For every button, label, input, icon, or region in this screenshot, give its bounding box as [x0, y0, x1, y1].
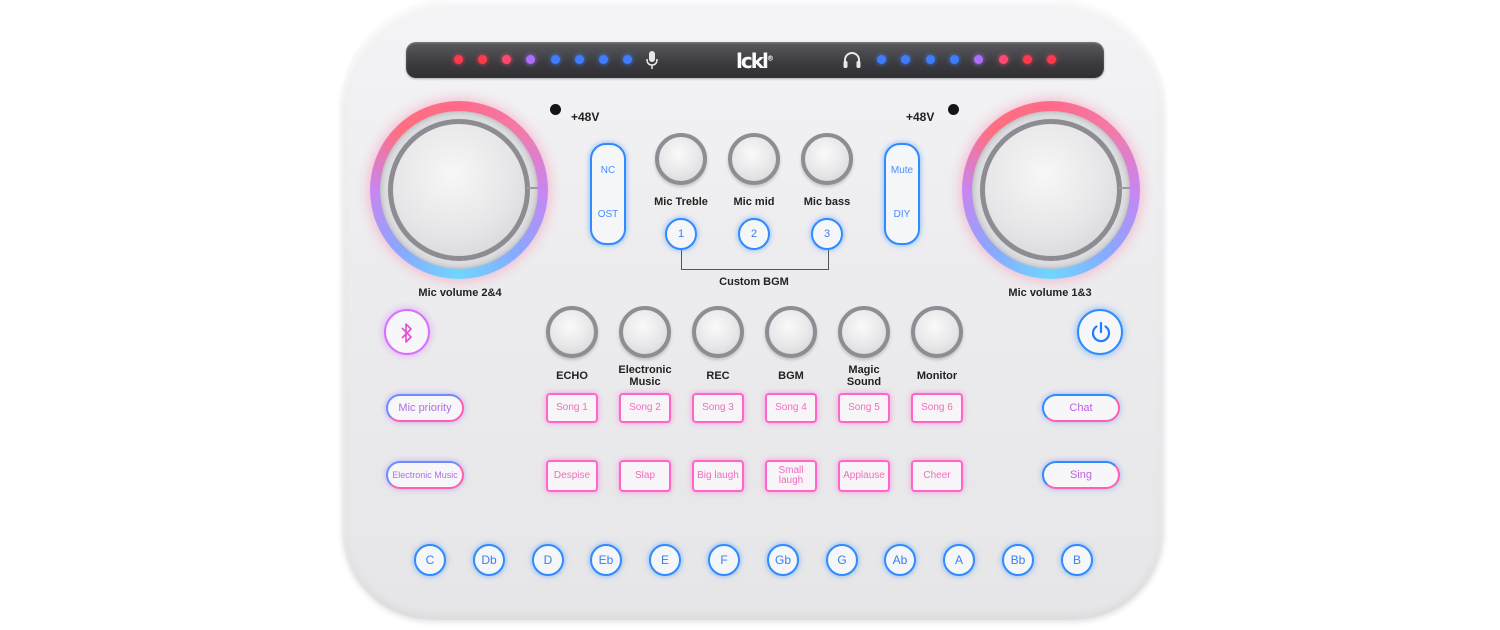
phantom-label-left: +48V: [571, 110, 600, 124]
mic-volume-right-label: Mic volume 1&3: [1008, 287, 1092, 299]
mute-label: Mute: [890, 165, 914, 176]
ost-label: OST: [597, 209, 619, 220]
rec-label: REC: [706, 370, 730, 382]
note-a-button[interactable]: A: [943, 544, 975, 576]
mic-mid-knob[interactable]: [728, 133, 780, 185]
bluetooth-button[interactable]: [384, 309, 430, 355]
led-indicator: [974, 55, 983, 64]
led-indicator: [599, 55, 608, 64]
slap-button[interactable]: Slap: [619, 460, 671, 492]
phantom-jack-right: [948, 104, 959, 115]
song-6-button[interactable]: Song 6: [911, 393, 963, 423]
note-ab-button[interactable]: Ab: [884, 544, 916, 576]
note-bb-button[interactable]: Bb: [1002, 544, 1034, 576]
note-b-button[interactable]: B: [1061, 544, 1093, 576]
rec-knob[interactable]: [692, 306, 744, 358]
bgm-knob[interactable]: [765, 306, 817, 358]
sound-card-body: [342, 0, 1164, 620]
big-laugh-button[interactable]: Big laugh: [692, 460, 744, 492]
electronic-music-label: Electronic Music: [618, 364, 672, 388]
led-indicator: [1023, 55, 1032, 64]
nc-label: NC: [600, 165, 616, 176]
power-button[interactable]: [1077, 309, 1123, 355]
led-indicator: [551, 55, 560, 64]
monitor-knob[interactable]: [911, 306, 963, 358]
magic-sound-label: Magic Sound: [846, 364, 882, 388]
phantom-label-right: +48V: [906, 110, 935, 124]
led-indicator: [1047, 55, 1056, 64]
note-gb-button[interactable]: Gb: [767, 544, 799, 576]
song-5-button[interactable]: Song 5: [838, 393, 890, 423]
custom-bgm-button-1[interactable]: 1: [665, 218, 697, 250]
mic-priority-button[interactable]: Mic priority: [386, 394, 464, 422]
electronic-music-button[interactable]: Electronic Music: [386, 461, 464, 489]
mic-icon: [646, 51, 658, 69]
led-indicator: [526, 55, 535, 64]
mic-mid-label: Mic mid: [733, 196, 775, 208]
mic-treble-knob[interactable]: [655, 133, 707, 185]
led-indicator: [454, 55, 463, 64]
power-icon: [1091, 321, 1111, 343]
bgm-label: BGM: [778, 370, 804, 382]
diy-label: DIY: [893, 209, 911, 220]
song-3-button[interactable]: Song 3: [692, 393, 744, 423]
small-laugh-button[interactable]: Small laugh: [765, 460, 817, 492]
chat-button[interactable]: Chat: [1042, 394, 1120, 422]
monitor-label: Monitor: [916, 370, 958, 382]
headphones-icon: [843, 52, 861, 68]
custom-bgm-button-2[interactable]: 2: [738, 218, 770, 250]
note-eb-button[interactable]: Eb: [590, 544, 622, 576]
led-indicator: [999, 55, 1008, 64]
applause-button[interactable]: Applause: [838, 460, 890, 492]
brand-logo: lckl®: [736, 49, 774, 73]
cheer-button[interactable]: Cheer: [911, 460, 963, 492]
led-indicator: [901, 55, 910, 64]
mic-bass-label: Mic bass: [803, 196, 851, 208]
mic-treble-label: Mic Treble: [654, 196, 708, 208]
custom-bgm-label: Custom BGM: [719, 276, 789, 288]
sing-button[interactable]: Sing: [1042, 461, 1120, 489]
note-f-button[interactable]: F: [708, 544, 740, 576]
led-indicator: [623, 55, 632, 64]
song-4-button[interactable]: Song 4: [765, 393, 817, 423]
song-1-button[interactable]: Song 1: [546, 393, 598, 423]
custom-bgm-button-3[interactable]: 3: [811, 218, 843, 250]
note-d-button[interactable]: D: [532, 544, 564, 576]
led-indicator: [950, 55, 959, 64]
echo-label: ECHO: [556, 370, 588, 382]
despise-button[interactable]: Despise: [546, 460, 598, 492]
led-indicator: [478, 55, 487, 64]
note-e-button[interactable]: E: [649, 544, 681, 576]
led-indicator: [502, 55, 511, 64]
mic-volume-left-label: Mic volume 2&4: [418, 287, 502, 299]
note-g-button[interactable]: G: [826, 544, 858, 576]
phantom-jack-left: [550, 104, 561, 115]
led-indicator: [575, 55, 584, 64]
nc-ost-switch[interactable]: NC OST: [590, 143, 626, 245]
note-db-button[interactable]: Db: [473, 544, 505, 576]
mute-diy-switch[interactable]: Mute DIY: [884, 143, 920, 245]
song-2-button[interactable]: Song 2: [619, 393, 671, 423]
electronic-music-knob[interactable]: [619, 306, 671, 358]
mic-volume-left-knob[interactable]: [370, 101, 548, 279]
custom-bgm-bracket: [681, 250, 829, 270]
led-indicator: [877, 55, 886, 64]
magic-sound-knob[interactable]: [838, 306, 890, 358]
echo-knob[interactable]: [546, 306, 598, 358]
mic-volume-right-knob[interactable]: [962, 101, 1140, 279]
note-c-button[interactable]: C: [414, 544, 446, 576]
mic-bass-knob[interactable]: [801, 133, 853, 185]
bluetooth-icon: [401, 323, 412, 343]
led-indicator: [926, 55, 935, 64]
